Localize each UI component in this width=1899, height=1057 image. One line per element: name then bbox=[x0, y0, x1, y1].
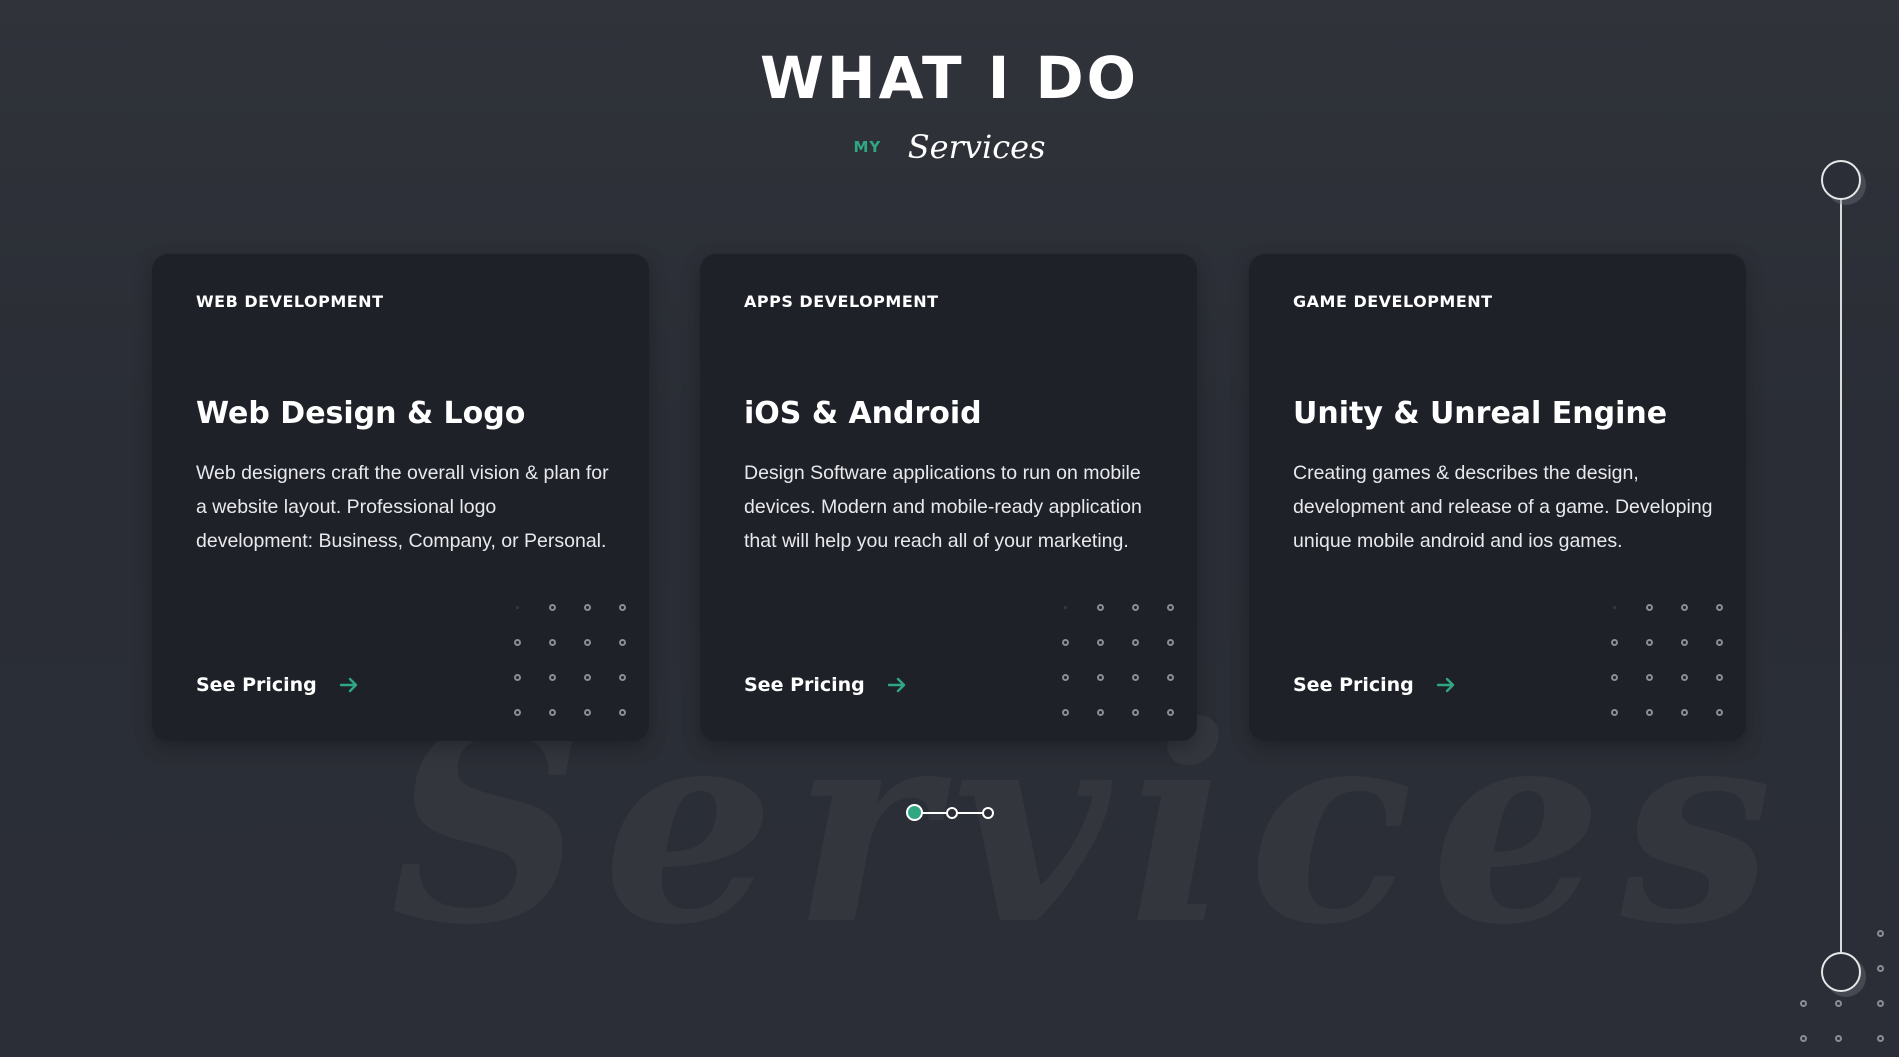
decorative-dot bbox=[1167, 674, 1174, 681]
decorative-dot bbox=[1097, 709, 1104, 716]
decorative-dot bbox=[1716, 639, 1723, 646]
decorative-dot bbox=[1062, 674, 1069, 681]
decorative-dot bbox=[1611, 639, 1618, 646]
decorative-dot bbox=[514, 709, 521, 716]
decorative-dot bbox=[1716, 674, 1723, 681]
decorative-dot bbox=[1167, 709, 1174, 716]
section-title: WHAT I DO bbox=[760, 44, 1139, 112]
see-pricing-label: See Pricing bbox=[744, 674, 865, 696]
decorative-dot bbox=[1681, 674, 1688, 681]
decorative-dot bbox=[549, 604, 556, 611]
decorative-dot bbox=[516, 606, 519, 609]
decorative-dot bbox=[1681, 604, 1688, 611]
decorative-dot bbox=[1877, 1035, 1884, 1042]
card-category: WEB DEVELOPMENT bbox=[196, 292, 384, 311]
decorative-dot bbox=[549, 709, 556, 716]
decorative-dot bbox=[1800, 1035, 1807, 1042]
decorative-dot bbox=[1716, 709, 1723, 716]
card-category: APPS DEVELOPMENT bbox=[744, 292, 939, 311]
decorative-dot bbox=[1097, 639, 1104, 646]
decorative-dot bbox=[1132, 639, 1139, 646]
pagination-dot-1[interactable] bbox=[906, 804, 923, 821]
card-description: Creating games & describes the design, d… bbox=[1293, 462, 1713, 552]
decorative-dot bbox=[1681, 709, 1688, 716]
service-card-apps: APPS DEVELOPMENT iOS & Android Design So… bbox=[700, 254, 1197, 741]
decorative-dot bbox=[1877, 965, 1884, 972]
decorative-dot bbox=[619, 674, 626, 681]
decorative-dot bbox=[1611, 709, 1618, 716]
decorative-dot bbox=[619, 709, 626, 716]
decorative-dot bbox=[584, 674, 591, 681]
decorative-dot bbox=[1646, 674, 1653, 681]
decorative-dot bbox=[1167, 639, 1174, 646]
card-category: GAME DEVELOPMENT bbox=[1293, 292, 1493, 311]
decorative-dot bbox=[1611, 674, 1618, 681]
decorative-dot bbox=[549, 674, 556, 681]
card-title: Web Design & Logo bbox=[196, 396, 526, 431]
decorative-dot bbox=[1646, 639, 1653, 646]
decorative-dot bbox=[1800, 1000, 1807, 1007]
decorative-dot bbox=[1835, 1000, 1842, 1007]
scroll-knob-top[interactable] bbox=[1821, 160, 1861, 200]
subtitle-script: Services bbox=[907, 128, 1046, 166]
card-description: Web designers craft the overall vision &… bbox=[196, 462, 609, 552]
see-pricing-link[interactable]: See Pricing bbox=[196, 674, 359, 696]
decorative-dot bbox=[1097, 604, 1104, 611]
service-card-game: GAME DEVELOPMENT Unity & Unreal Engine C… bbox=[1249, 254, 1746, 741]
see-pricing-link[interactable]: See Pricing bbox=[744, 674, 907, 696]
decorative-dot bbox=[1062, 709, 1069, 716]
decorative-dot bbox=[584, 639, 591, 646]
see-pricing-link[interactable]: See Pricing bbox=[1293, 674, 1456, 696]
section-subtitle: MY Services bbox=[0, 128, 1899, 166]
decorative-dot bbox=[1646, 604, 1653, 611]
decorative-dot bbox=[514, 674, 521, 681]
decorative-dot bbox=[1064, 606, 1067, 609]
decorative-dot bbox=[1835, 1035, 1842, 1042]
see-pricing-label: See Pricing bbox=[1293, 674, 1414, 696]
carousel-pagination bbox=[906, 803, 996, 823]
decorative-dot bbox=[549, 639, 556, 646]
decorative-dot bbox=[1646, 709, 1653, 716]
decorative-dot bbox=[1132, 604, 1139, 611]
arrow-right-icon bbox=[1436, 677, 1454, 693]
decorative-dot bbox=[514, 639, 521, 646]
subtitle-prefix: MY bbox=[853, 138, 882, 156]
decorative-dot bbox=[619, 639, 626, 646]
arrow-right-icon bbox=[887, 677, 905, 693]
card-title: iOS & Android bbox=[744, 396, 982, 431]
decorative-dot bbox=[584, 709, 591, 716]
decorative-dot bbox=[1681, 639, 1688, 646]
decorative-dot bbox=[1062, 639, 1069, 646]
decorative-dot bbox=[1877, 930, 1884, 937]
arrow-right-icon bbox=[339, 677, 357, 693]
service-card-web: WEB DEVELOPMENT Web Design & Logo Web de… bbox=[152, 254, 649, 741]
decorative-dot bbox=[1132, 674, 1139, 681]
decorative-dot bbox=[1716, 604, 1723, 611]
scroll-rail bbox=[1840, 198, 1842, 953]
decorative-dot bbox=[584, 604, 591, 611]
decorative-dot bbox=[619, 604, 626, 611]
card-title: Unity & Unreal Engine bbox=[1293, 396, 1668, 431]
pagination-dot-2[interactable] bbox=[946, 807, 958, 819]
scroll-knob-bottom[interactable] bbox=[1821, 952, 1861, 992]
decorative-dot bbox=[1167, 604, 1174, 611]
decorative-dot bbox=[1613, 606, 1616, 609]
pagination-dot-3[interactable] bbox=[982, 807, 994, 819]
card-description: Design Software applications to run on m… bbox=[744, 462, 1142, 552]
decorative-dot bbox=[1877, 1000, 1884, 1007]
decorative-dot bbox=[1097, 674, 1104, 681]
see-pricing-label: See Pricing bbox=[196, 674, 317, 696]
decorative-dot bbox=[1132, 709, 1139, 716]
